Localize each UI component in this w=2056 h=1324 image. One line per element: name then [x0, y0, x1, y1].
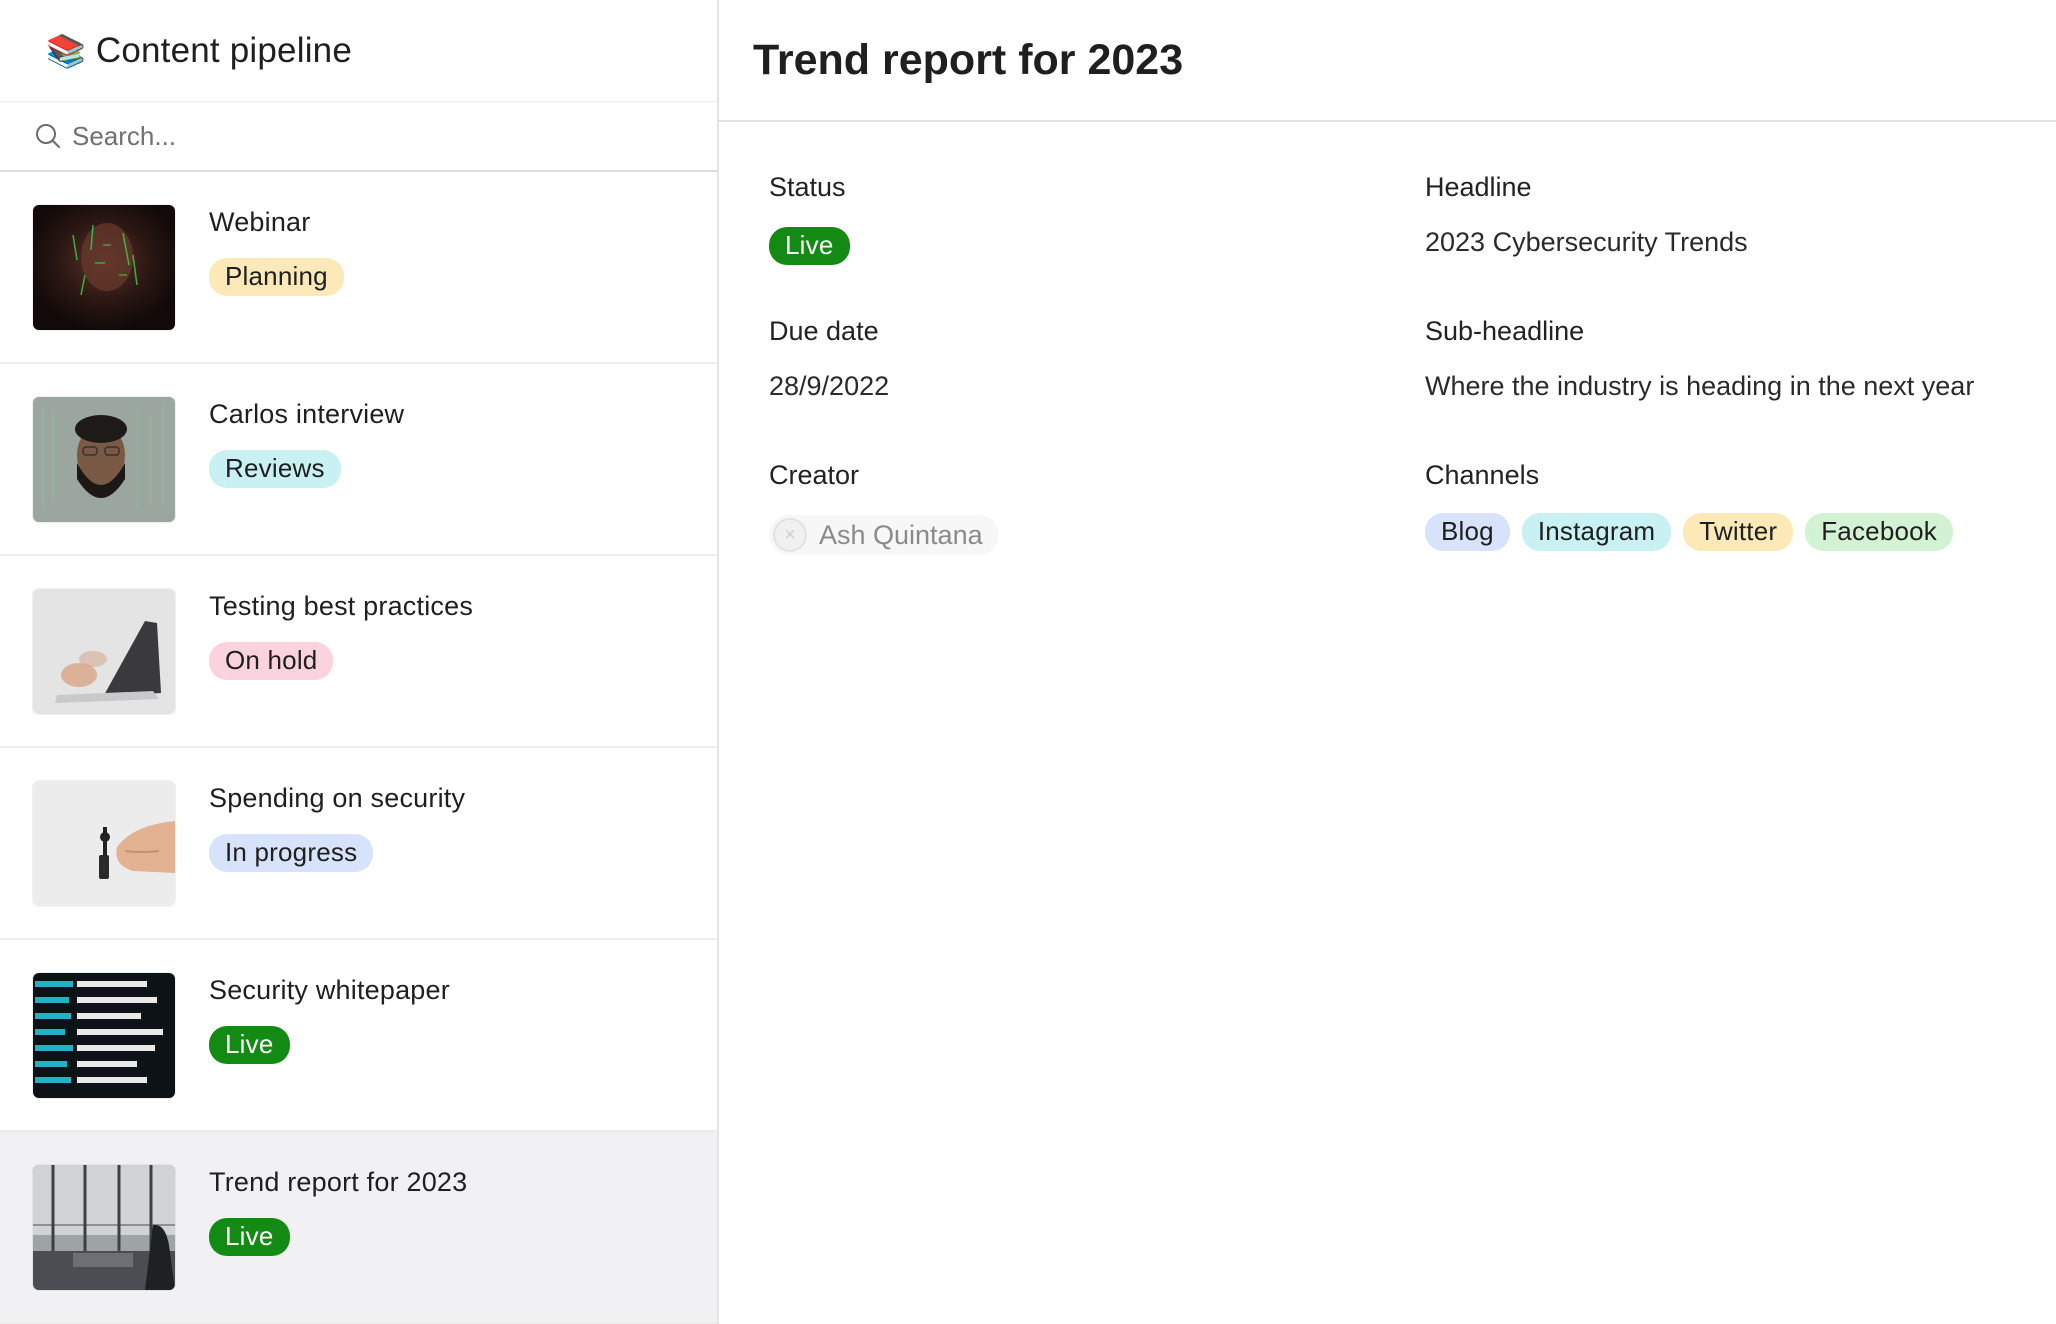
due-date-label: Due date — [769, 316, 879, 346]
app-title: Content pipeline — [95, 30, 353, 70]
creator-field: Creator × Ash Quintana — [769, 460, 1425, 604]
channel-tag-instagram[interactable]: Instagram — [1521, 513, 1672, 551]
item-title: Webinar — [209, 207, 311, 237]
channel-tag-twitter[interactable]: Twitter — [1683, 513, 1794, 551]
creator-name: Ash Quintana — [819, 519, 983, 550]
search-bar[interactable] — [0, 102, 717, 172]
sub-headline-value[interactable]: Where the industry is heading in the nex… — [1425, 371, 2045, 402]
sub-headline-field: Sub-headline Where the industry is headi… — [1425, 316, 2045, 460]
channel-tag-facebook[interactable]: Facebook — [1805, 513, 1954, 551]
sidebar-header: 📚 Content pipeline — [0, 0, 717, 103]
item-title: Testing best practices — [209, 591, 474, 621]
headline-label: Headline — [1425, 172, 1532, 202]
creator-chip[interactable]: × Ash Quintana — [769, 515, 999, 555]
item-title: Security whitepaper — [209, 975, 450, 1005]
sub-headline-label: Sub-headline — [1425, 316, 1585, 346]
list-item-selected[interactable]: Trend report for 2023 Live — [0, 1132, 717, 1324]
thumbnail-image — [33, 973, 175, 1098]
thumbnail-image — [33, 397, 175, 522]
thumbnail-image — [33, 781, 175, 906]
app-window: 📚 Content pipeline Search... Webinar Pla… — [0, 0, 2056, 1324]
channel-tags: Blog Instagram Twitter Facebook — [1425, 513, 2045, 551]
avatar-placeholder-icon: × — [773, 518, 807, 552]
detail-title: Trend report for 2023 — [753, 35, 1184, 84]
list-item[interactable]: Testing best practices On hold — [0, 556, 717, 748]
channels-label: Channels — [1425, 460, 1540, 490]
creator-label: Creator — [769, 460, 860, 490]
list-item[interactable]: Carlos interview Reviews — [0, 364, 717, 556]
sidebar: 📚 Content pipeline Search... Webinar Pla… — [0, 0, 719, 1324]
detail-header: Trend report for 2023 — [719, 0, 2056, 122]
status-badge: Live — [209, 1026, 290, 1064]
channels-field: Channels Blog Instagram Twitter Facebook — [1425, 460, 2045, 604]
status-badge[interactable]: Live — [769, 227, 850, 265]
list-item[interactable]: Webinar Planning — [0, 172, 717, 364]
detail-panel: Trend report for 2023 Status Live Headli… — [719, 0, 2056, 1324]
due-date-value[interactable]: 28/9/2022 — [769, 371, 1425, 402]
list-item[interactable]: Security whitepaper Live — [0, 940, 717, 1132]
due-date-field: Due date 28/9/2022 — [769, 316, 1425, 460]
list-item[interactable]: Spending on security In progress — [0, 748, 717, 940]
status-badge: Planning — [209, 258, 344, 296]
status-badge: In progress — [209, 834, 374, 872]
thumbnail-image — [33, 1165, 175, 1290]
item-title: Spending on security — [209, 783, 466, 813]
search-input[interactable] — [72, 120, 672, 152]
detail-fields: Status Live Headline 2023 Cybersecurity … — [719, 122, 2056, 604]
headline-field: Headline 2023 Cybersecurity Trends — [1425, 172, 2045, 316]
search-icon — [34, 122, 62, 150]
status-badge: Reviews — [209, 450, 341, 488]
item-title: Carlos interview — [209, 399, 405, 429]
books-icon: 📚 — [46, 32, 86, 69]
status-label: Status — [769, 172, 846, 202]
status-badge: Live — [209, 1218, 290, 1256]
content-list: Webinar Planning Carlos interview Review… — [0, 172, 717, 1324]
thumbnail-image — [33, 589, 175, 714]
headline-value[interactable]: 2023 Cybersecurity Trends — [1425, 227, 2045, 258]
item-title: Trend report for 2023 — [209, 1167, 468, 1197]
status-field: Status Live — [769, 172, 1425, 316]
status-badge: On hold — [209, 642, 334, 680]
thumbnail-image — [33, 205, 175, 330]
channel-tag-blog[interactable]: Blog — [1425, 513, 1510, 551]
